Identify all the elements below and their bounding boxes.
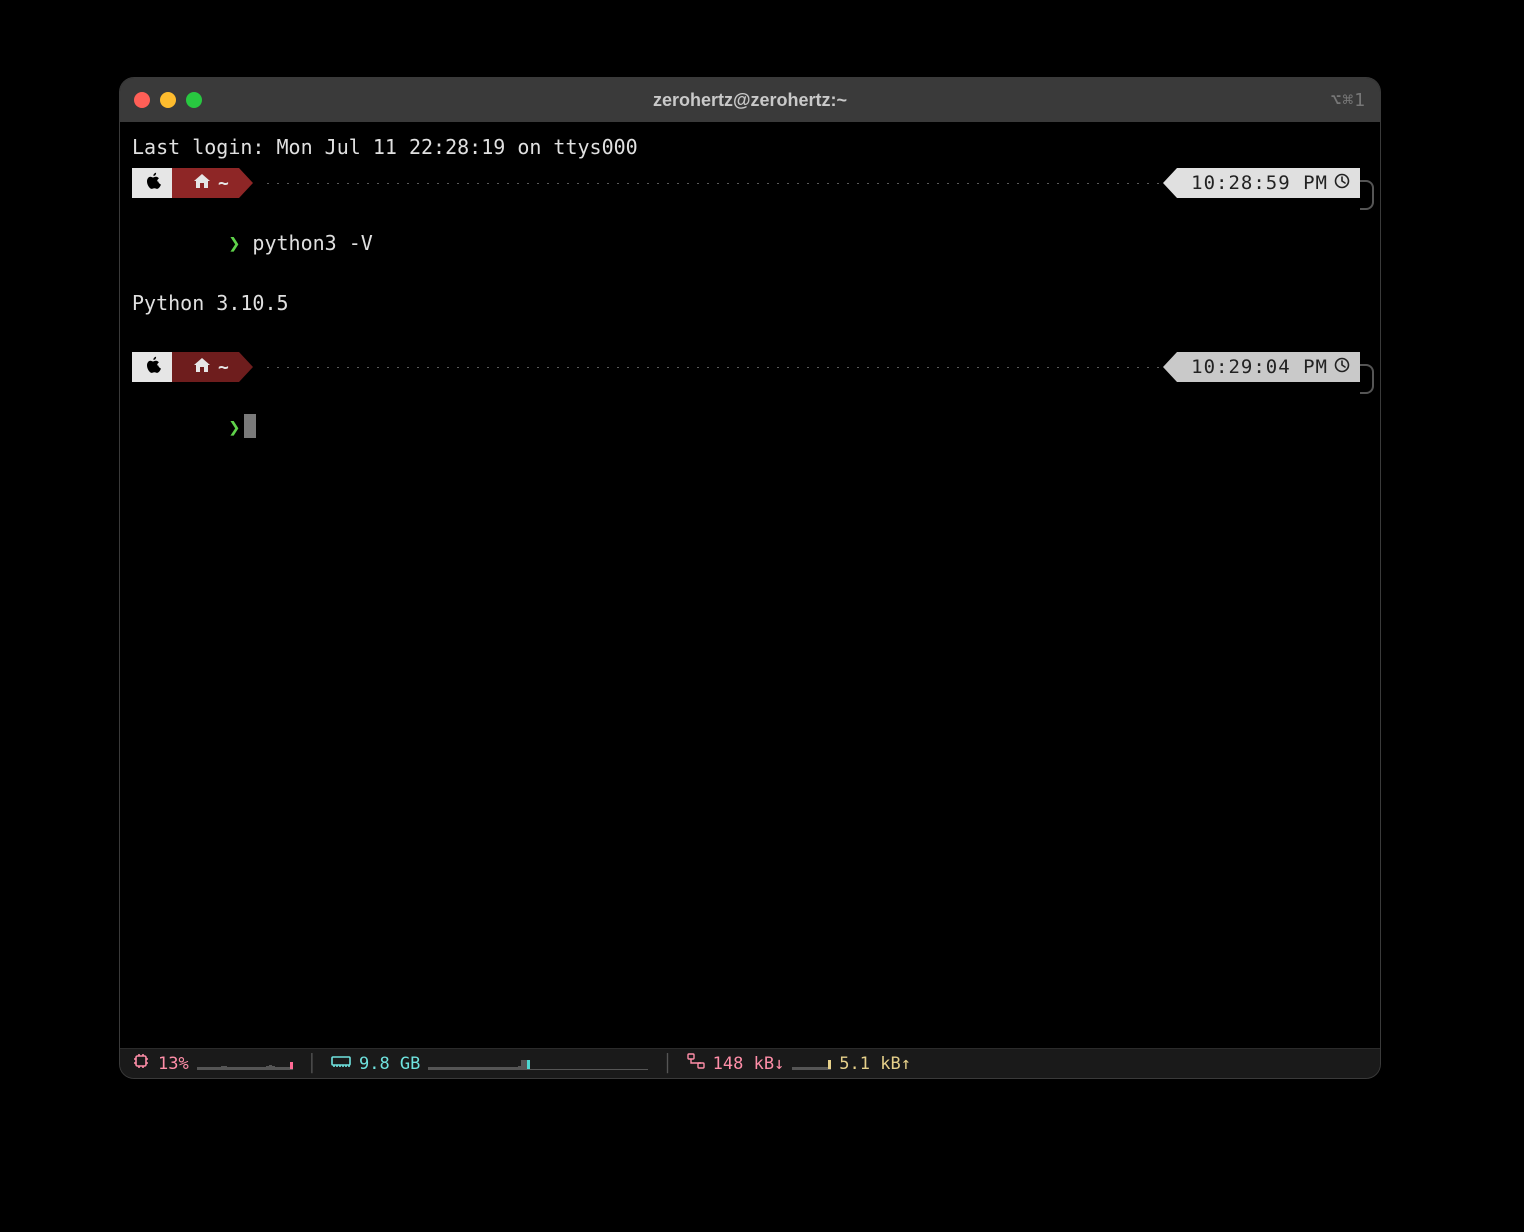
terminal-window: zerohertz@zerohertz:~ ⌥⌘1 Last login: Mo… xyxy=(120,78,1380,1078)
cpu-sparkline xyxy=(197,1058,293,1070)
terminal-viewport[interactable]: Last login: Mon Jul 11 22:28:19 on ttys0… xyxy=(120,122,1380,1048)
prompt-segment-row: ~ 10:28:59 PM xyxy=(120,168,1380,198)
timestamp-text: 10:29:04 PM xyxy=(1191,353,1328,382)
window-title: zerohertz@zerohertz:~ xyxy=(120,90,1380,111)
timestamp-chip: 10:28:59 PM xyxy=(1177,168,1360,198)
command-line[interactable]: ❯ xyxy=(120,382,1380,472)
prompt-caret: ❯ xyxy=(228,415,240,439)
status-bar: 13% │ 9.8 GB │ 148 kB↓ xyxy=(120,1048,1380,1078)
tab-hotkey-indicator: ⌥⌘1 xyxy=(1330,90,1366,111)
home-icon xyxy=(194,174,210,192)
apple-icon xyxy=(146,172,162,194)
net-up-value: 5.1 kB↑ xyxy=(839,1054,911,1074)
memory-value: 9.8 GB xyxy=(359,1054,420,1074)
os-segment xyxy=(132,168,172,198)
memory-sparkline xyxy=(428,1058,648,1070)
titlebar: zerohertz@zerohertz:~ ⌥⌘1 xyxy=(120,78,1380,122)
os-segment xyxy=(132,352,172,382)
window-controls xyxy=(134,92,202,108)
clock-icon xyxy=(1334,353,1350,382)
cpu-section: 13% xyxy=(132,1052,293,1075)
minimize-button[interactable] xyxy=(160,92,176,108)
prompt-separator-dots xyxy=(263,367,1167,368)
clock-icon xyxy=(1334,169,1350,198)
apple-icon xyxy=(146,356,162,378)
zoom-button[interactable] xyxy=(186,92,202,108)
timestamp-bracket xyxy=(1360,364,1374,394)
prompt-segment-row: ~ 10:29:04 PM xyxy=(120,352,1380,382)
prompt-caret: ❯ xyxy=(228,231,240,255)
network-section: 148 kB↓ 5.1 kB↑ xyxy=(687,1053,911,1074)
cpu-percent: 13% xyxy=(158,1054,189,1074)
prompt-separator-dots xyxy=(263,183,1167,184)
chip-icon xyxy=(132,1052,150,1075)
timestamp-text: 10:28:59 PM xyxy=(1191,169,1328,198)
net-sparkline xyxy=(792,1058,831,1070)
command-line: ❯ python3 -V xyxy=(120,198,1380,288)
timestamp-bracket xyxy=(1360,180,1374,210)
cwd-path: ~ xyxy=(218,170,229,197)
net-down-value: 148 kB↓ xyxy=(713,1054,785,1074)
text-cursor xyxy=(244,414,256,438)
memory-icon xyxy=(331,1054,351,1074)
last-login-line: Last login: Mon Jul 11 22:28:19 on ttys0… xyxy=(120,132,1380,162)
home-icon xyxy=(194,358,210,376)
cwd-path: ~ xyxy=(218,354,229,381)
cwd-segment: ~ xyxy=(172,168,239,198)
command-text: python3 -V xyxy=(252,231,372,255)
command-output: Python 3.10.5 xyxy=(120,288,1380,318)
memory-section: 9.8 GB xyxy=(331,1054,648,1074)
statusbar-divider: │ xyxy=(303,1054,321,1074)
cwd-segment: ~ xyxy=(172,352,239,382)
close-button[interactable] xyxy=(134,92,150,108)
timestamp-chip: 10:29:04 PM xyxy=(1177,352,1360,382)
statusbar-divider: │ xyxy=(658,1054,676,1074)
network-icon xyxy=(687,1053,705,1074)
